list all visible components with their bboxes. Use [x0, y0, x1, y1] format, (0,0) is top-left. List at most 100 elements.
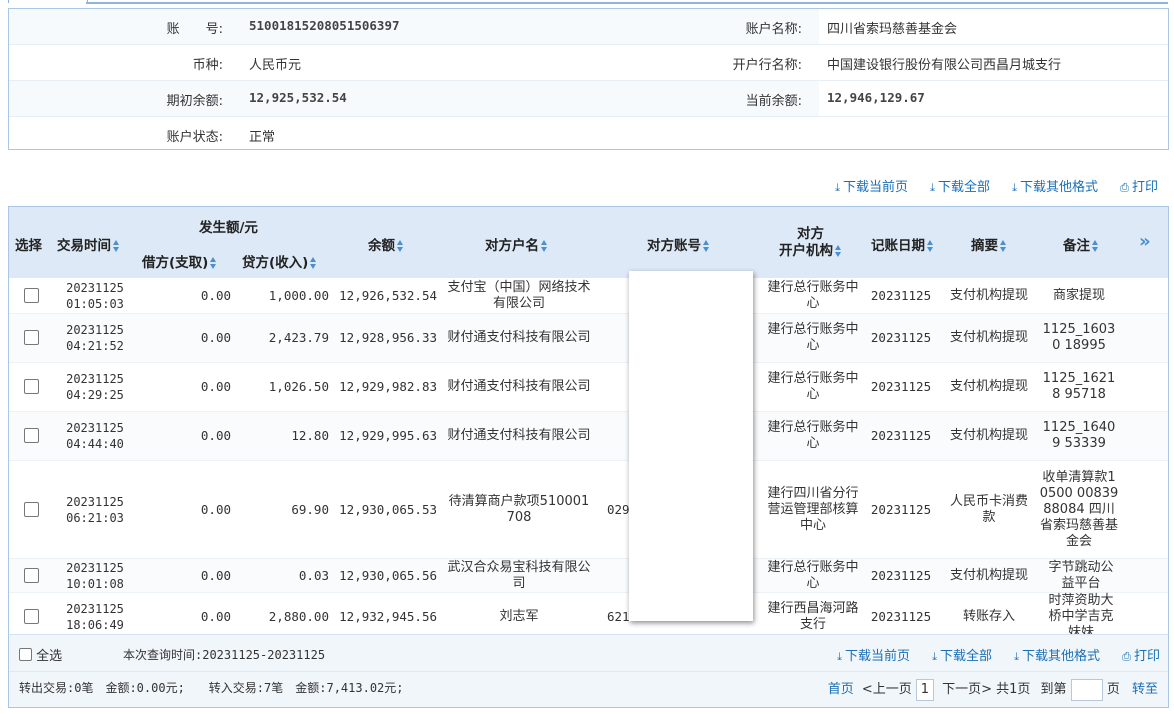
cell-summary: 支付机构提现 — [949, 428, 1028, 443]
next-page-link[interactable]: 下一页> — [942, 682, 992, 697]
select-all-checkbox[interactable] — [19, 648, 32, 661]
sort-icon[interactable] — [113, 240, 120, 252]
table-row[interactable]: 20231125 01:05:03 0.00 1,000.00 12,926,532.5… — [9, 278, 1168, 314]
cell-book-date: 20231125 — [870, 379, 932, 394]
cell-time: 20231125 04:29:25 — [55, 371, 135, 403]
cell-cp-name: 刘志军 — [499, 608, 539, 624]
cell-time: 20231125 06:21:03 — [55, 494, 135, 526]
cell-cp-name: 财付通支付科技有限公司 — [447, 379, 591, 394]
redaction-overlay — [629, 271, 753, 621]
header-debit[interactable]: 借方(支取) — [142, 251, 217, 271]
table-row[interactable]: 20231125 18:06:49 0.00 2,880.00 12,932,945.5… — [9, 593, 1168, 635]
row-checkbox[interactable] — [24, 287, 39, 303]
header-summary[interactable]: 摘要 — [971, 234, 1007, 254]
cell-book-date: 20231125 — [870, 567, 932, 583]
sort-icon[interactable] — [1000, 240, 1007, 252]
cell-summary: 支付机构提现 — [949, 567, 1028, 583]
download-other-format-link[interactable]: ⤓ 下载其他格式 — [1012, 180, 1098, 195]
header-book-date[interactable]: 记账日期 — [871, 234, 934, 254]
bank-name-value: 中国建设银行股份有限公司西昌月城支行 — [827, 58, 1062, 73]
sort-icon[interactable] — [310, 257, 317, 269]
cell-remark: 时萍资助大桥中学吉克妹妹 — [1048, 593, 1114, 635]
currency-value: 人民币元 — [249, 58, 302, 73]
cell-credit: 1,026.50 — [268, 379, 329, 394]
sort-icon[interactable] — [1092, 240, 1099, 252]
print-link[interactable]: ⎙ 打印 — [1120, 180, 1158, 195]
cell-balance: 12,928,956.33 — [339, 330, 437, 345]
sort-icon[interactable] — [703, 240, 710, 252]
sort-icon[interactable] — [835, 245, 842, 257]
download-all-link[interactable]: ⤓ 下载全部 — [930, 180, 990, 195]
header-counterparty-name[interactable]: 对方户名 — [485, 234, 548, 254]
sort-icon[interactable] — [210, 257, 217, 269]
print-label: 打印 — [1131, 180, 1158, 195]
table-row[interactable]: 20231125 10:01:08 0.00 0.03 12,930,065.56 武汉合… — [9, 559, 1168, 593]
header-time[interactable]: 交易时间 — [57, 234, 120, 254]
header-counterparty-bank-line2: 开户机构 — [779, 243, 833, 259]
download-all-label: 下载全部 — [939, 649, 992, 664]
select-all-label: 全选 — [36, 649, 63, 664]
row-checkbox[interactable] — [24, 608, 39, 624]
header-remark[interactable]: 备注 — [1063, 234, 1099, 254]
header-counterparty-account[interactable]: 对方账号 — [647, 234, 710, 254]
currency-label: 币种: — [192, 58, 223, 73]
header-credit[interactable]: 贷方(收入) — [242, 251, 317, 271]
cell-cp-bank: 建行总行账务中心 — [767, 322, 859, 353]
header-counterparty-bank[interactable]: 对方 开户机构 — [779, 226, 842, 260]
download-icon: ⤓ — [835, 181, 840, 194]
download-current-page-link[interactable]: ⤓ 下载当前页 — [835, 180, 908, 195]
cell-time-clock: 04:21:52 — [66, 339, 124, 353]
cell-credit: 0.03 — [298, 567, 329, 583]
header-balance[interactable]: 余额 — [368, 234, 404, 254]
cell-balance: 12,929,982.83 — [339, 379, 437, 394]
row-checkbox[interactable] — [24, 379, 39, 394]
expand-columns-icon[interactable]: » — [1139, 231, 1151, 252]
download-all-link[interactable]: ⤓ 下载全部 — [932, 649, 992, 664]
cell-credit: 12.80 — [291, 428, 329, 443]
cell-summary: 支付机构提现 — [949, 379, 1028, 394]
cell-time: 20231125 18:06:49 — [55, 601, 135, 633]
print-label: 打印 — [1133, 649, 1160, 664]
table-row[interactable]: 20231125 04:44:40 0.00 12.80 12,929,995.63 财付… — [9, 412, 1168, 461]
header-time-label: 交易时间 — [57, 238, 111, 254]
current-balance-value: 12,946,129.67 — [827, 90, 925, 105]
pagination: 首页 <上一页 1 下一页> 共1页 到第 页 转至 — [828, 678, 1158, 701]
first-page-link[interactable]: 首页 — [828, 682, 854, 697]
sort-icon[interactable] — [541, 240, 548, 252]
row-checkbox[interactable] — [24, 501, 39, 517]
cell-time-clock: 18:06:49 — [66, 617, 124, 632]
select-all-control[interactable]: 全选 — [19, 645, 62, 664]
cell-summary: 人民币卡消费款 — [949, 493, 1028, 525]
goto-page-input[interactable] — [1070, 678, 1103, 701]
sort-icon[interactable] — [927, 240, 934, 252]
cell-summary: 支付机构提现 — [949, 287, 1028, 303]
prev-page-link[interactable]: <上一页 — [862, 682, 912, 697]
cell-cp-bank: 建行西昌海河路支行 — [767, 600, 859, 632]
print-link[interactable]: ⎙ 打印 — [1122, 649, 1160, 664]
goto-suffix: 页 — [1106, 682, 1120, 697]
download-other-format-link[interactable]: ⤓ 下载其他格式 — [1014, 649, 1100, 664]
opening-balance-label: 期初余额: — [166, 94, 223, 109]
sort-icon[interactable] — [397, 240, 404, 252]
table-row[interactable]: 20231125 04:29:25 0.00 1,026.50 12,929,982.8… — [9, 363, 1168, 412]
table-row[interactable]: 20231125 06:21:03 0.00 69.90 12,930,065.53 待清… — [9, 461, 1168, 559]
row-checkbox[interactable] — [24, 428, 39, 443]
download-current-page-link[interactable]: ⤓ 下载当前页 — [837, 649, 910, 664]
tab-underline — [86, 2, 1168, 4]
header-counterparty-bank-line1: 对方 — [797, 226, 824, 242]
cell-remark: 1125_16409 53339 — [1042, 420, 1116, 451]
table-row[interactable]: 20231125 04:21:52 0.00 2,423.79 12,928,956.3… — [9, 314, 1168, 363]
header-remark-label: 备注 — [1063, 238, 1090, 254]
download-toolbar-top: ⤓ 下载当前页 ⤓ 下载全部 ⤓ 下载其他格式 ⎙ 打印 — [817, 176, 1158, 195]
cell-debit: 0.00 — [200, 428, 231, 443]
goto-button[interactable]: 转至 — [1132, 682, 1158, 697]
active-tab[interactable] — [8, 0, 88, 3]
cell-book-date: 20231125 — [870, 608, 932, 624]
bank-name-label: 开户行名称: — [732, 58, 802, 73]
row-checkbox[interactable] — [24, 567, 39, 583]
cell-remark: 商家提现 — [1052, 287, 1105, 303]
current-page-number[interactable]: 1 — [915, 678, 934, 701]
cell-cp-name: 支付宝（中国）网络技术有限公司 — [447, 279, 591, 311]
download-icon: ⤓ — [932, 650, 937, 663]
row-checkbox[interactable] — [24, 330, 39, 345]
